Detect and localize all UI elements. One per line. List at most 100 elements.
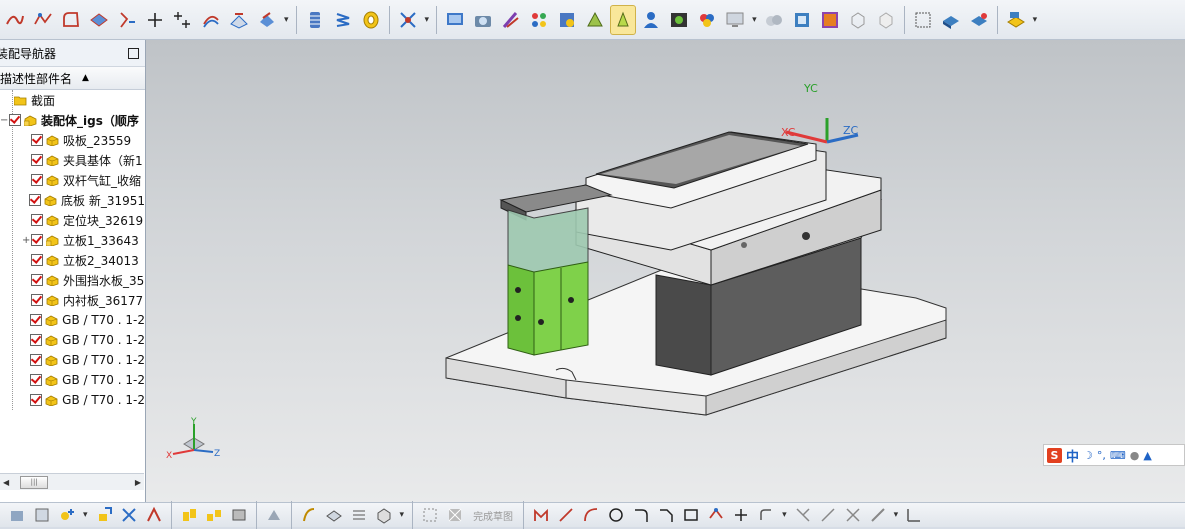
offset-curve-icon[interactable] [198, 5, 224, 35]
derived-line-icon[interactable] [867, 504, 889, 526]
collapse-icon[interactable]: − [0, 115, 8, 126]
camera-icon[interactable] [470, 5, 496, 35]
studio-spline-icon[interactable] [30, 5, 56, 35]
spline-icon[interactable] [2, 5, 28, 35]
sort-ascending-icon[interactable]: ▲ [82, 73, 89, 83]
visibility-checkbox[interactable] [30, 334, 43, 346]
skin-icon[interactable]: ▲ [1143, 449, 1151, 462]
extract-icon[interactable] [254, 5, 280, 35]
polygon-icon[interactable] [705, 504, 727, 526]
tree-row[interactable]: 立板2_34013 [0, 250, 145, 270]
model-view[interactable]: YC XC ZC Y X Z [146, 40, 1185, 502]
tree-row[interactable]: GB / T70 . 1-2 [0, 350, 145, 370]
keyboard-icon[interactable]: ⌨ [1110, 449, 1126, 462]
chamfer-icon[interactable] [655, 504, 677, 526]
tree-row[interactable]: GB / T70 . 1-2 [0, 330, 145, 350]
tree-row[interactable]: GB / T70 . 1-2 [0, 310, 145, 330]
display-icon[interactable] [442, 5, 468, 35]
line-icon[interactable] [555, 504, 577, 526]
block-blue-icon[interactable] [938, 5, 964, 35]
photo-icon[interactable] [666, 5, 692, 35]
spotlight-icon[interactable] [610, 4, 637, 35]
visibility-checkbox[interactable] [31, 214, 43, 226]
move-component-icon[interactable] [93, 504, 115, 526]
tree-row[interactable]: 夹具基体（新1 [0, 150, 145, 170]
tree-row[interactable]: 吸板_23559 [0, 130, 145, 150]
tree-row[interactable]: 外围挡水板_35 [0, 270, 145, 290]
constraint-icon[interactable] [118, 504, 140, 526]
circle-icon[interactable] [605, 504, 627, 526]
dropdown-arrow-icon[interactable]: ▾ [400, 510, 405, 520]
visibility-checkbox[interactable] [30, 394, 43, 406]
offset-icon[interactable] [755, 504, 777, 526]
scroll-right-icon[interactable]: ▶ [135, 478, 141, 487]
project-curve-icon[interactable] [226, 5, 252, 35]
monitor-icon[interactable] [722, 5, 748, 35]
user-icon[interactable]: ● [1130, 449, 1140, 462]
dropdown-arrow-icon[interactable]: ▾ [284, 15, 289, 25]
visibility-checkbox[interactable] [30, 374, 43, 386]
tree-row[interactable]: − 装配体_igs（顺序 [0, 110, 145, 130]
wcs-csys[interactable]: YC XC ZC [781, 82, 859, 144]
finish-sketch-label[interactable]: 完成草图 [473, 508, 513, 523]
scroll-thumb[interactable]: ||| [20, 475, 49, 489]
tree-row[interactable]: 底板 新_31951 [0, 190, 145, 210]
component-icon[interactable] [31, 504, 53, 526]
dropdown-arrow-icon[interactable]: ▾ [425, 15, 430, 25]
quick-extend-icon[interactable] [817, 504, 839, 526]
graphics-window[interactable]: YC XC ZC Y X Z [146, 40, 1185, 502]
image-icon[interactable] [817, 5, 843, 35]
profile-sketch-icon[interactable] [530, 504, 552, 526]
visibility-checkbox[interactable] [31, 174, 43, 186]
sogou-logo-icon[interactable]: S [1047, 447, 1062, 463]
person-icon[interactable] [638, 5, 664, 35]
measure-icon[interactable] [1003, 5, 1029, 35]
materials-icon[interactable] [694, 5, 720, 35]
ime-mode[interactable]: 中 [1066, 446, 1079, 465]
visibility-checkbox[interactable] [31, 274, 43, 286]
horizontal-scrollbar[interactable]: ◀ ||| ▶ [0, 473, 144, 490]
profile-icon[interactable] [348, 504, 370, 526]
cube-small-icon[interactable] [373, 504, 395, 526]
fillet-curve-icon[interactable] [58, 5, 84, 35]
dropdown-arrow-icon[interactable]: ▾ [1033, 15, 1038, 25]
sketch-icon[interactable] [298, 504, 320, 526]
trim-icon[interactable] [395, 5, 421, 35]
arc-icon[interactable] [580, 504, 602, 526]
point-set-icon[interactable] [114, 5, 140, 35]
make-corner-icon[interactable] [842, 504, 864, 526]
block-red-icon[interactable] [966, 5, 992, 35]
visibility-checkbox[interactable] [9, 114, 21, 126]
visibility-checkbox[interactable] [29, 194, 41, 206]
plane-icon[interactable] [86, 5, 112, 35]
dropdown-arrow-icon[interactable]: ▾ [83, 510, 88, 520]
tree-row[interactable]: 内衬板_36177 [0, 290, 145, 310]
constraints-icon[interactable] [903, 504, 925, 526]
dropdown-arrow-icon[interactable]: ▾ [782, 510, 787, 520]
scroll-left-icon[interactable]: ◀ [3, 478, 9, 487]
clouds-icon[interactable] [761, 5, 787, 35]
tree-row[interactable]: 截面 [0, 90, 145, 110]
coil-icon[interactable] [358, 5, 384, 35]
visibility-checkbox[interactable] [30, 314, 43, 326]
mirror-icon[interactable] [178, 504, 200, 526]
visibility-checkbox[interactable] [31, 134, 43, 146]
moon-icon[interactable]: ☽ [1083, 449, 1093, 462]
layer-icon[interactable] [302, 5, 328, 35]
tree-row[interactable]: 双杆气缸_收缩 [0, 170, 145, 190]
tree-row[interactable]: GB / T70 . 1-2 [0, 390, 145, 410]
cube-outline-icon[interactable] [845, 5, 871, 35]
ime-toolbar[interactable]: S 中 ☽ °, ⌨ ● ▲ [1043, 444, 1185, 466]
visibility-checkbox[interactable] [30, 354, 43, 366]
sketch-grid-icon[interactable] [419, 504, 441, 526]
dropdown-arrow-icon[interactable]: ▾ [894, 510, 899, 520]
tree-row[interactable]: + 立板1_33643 [0, 230, 145, 250]
expand-icon[interactable]: + [22, 235, 30, 246]
light-icon[interactable] [582, 5, 608, 35]
shade-icon[interactable] [554, 5, 580, 35]
align-icon[interactable] [143, 504, 165, 526]
spring-icon[interactable] [330, 5, 356, 35]
plus-point-icon[interactable] [142, 5, 168, 35]
visibility-checkbox[interactable] [31, 154, 43, 166]
visibility-checkbox[interactable] [31, 234, 43, 246]
